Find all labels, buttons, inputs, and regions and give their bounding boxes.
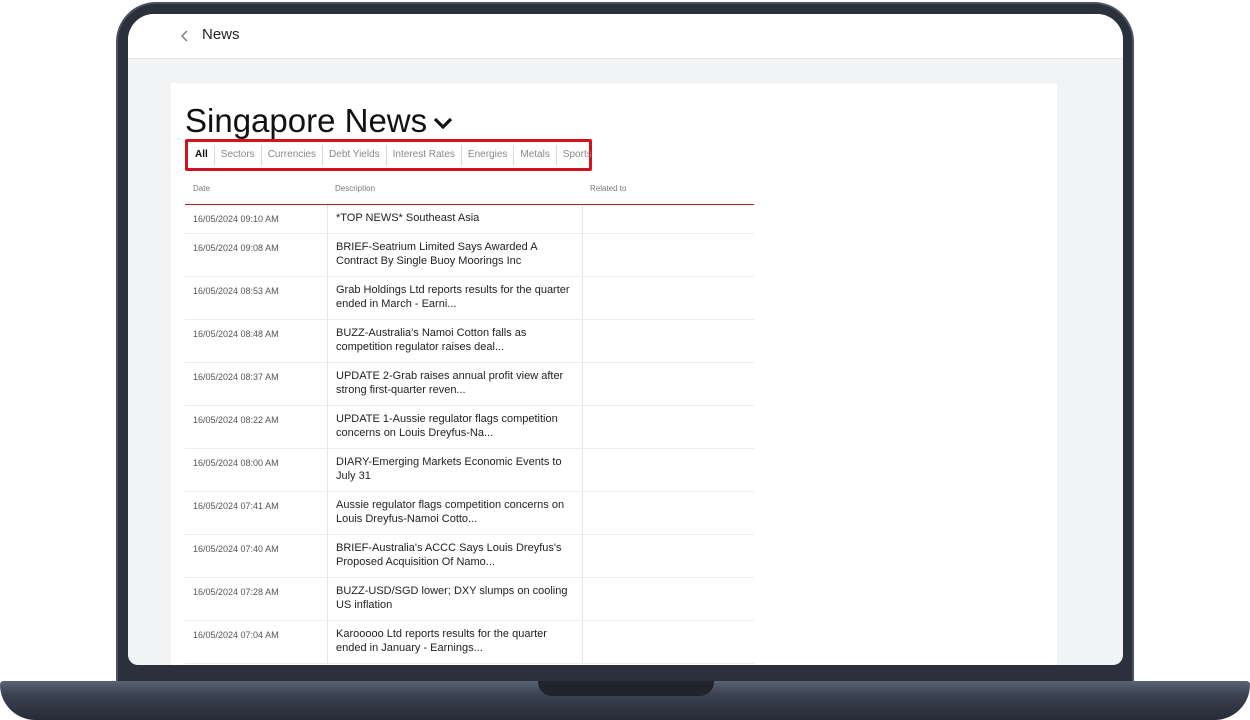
table-row[interactable]: 16/05/2024 07:40 AM BRIEF-Australia's AC… <box>185 535 754 578</box>
app-header: News <box>128 14 1123 59</box>
tab-interest-rates[interactable]: Interest Rates <box>385 145 461 165</box>
column-header-description: Description <box>335 184 376 193</box>
chevron-down-icon <box>433 116 453 135</box>
chevron-left-icon[interactable] <box>178 27 192 45</box>
row-description[interactable]: Grab Holdings Ltd reports results for th… <box>327 277 583 319</box>
tab-debt-yields[interactable]: Debt Yields <box>322 145 386 165</box>
row-date: 16/05/2024 08:00 AM <box>193 458 279 468</box>
tab-all[interactable]: All <box>192 145 214 170</box>
row-description[interactable]: UPDATE 2-Grab raises annual profit view … <box>327 363 583 405</box>
tab-sectors[interactable]: Sectors <box>213 145 261 165</box>
row-date: 16/05/2024 07:40 AM <box>193 544 279 554</box>
table-row[interactable]: 16/05/2024 08:48 AM BUZZ-Australia's Nam… <box>185 320 754 363</box>
table-row[interactable]: 16/05/2024 09:08 AM BRIEF-Seatrium Limit… <box>185 234 754 277</box>
tab-energies[interactable]: Energies <box>460 145 513 165</box>
page-title: Singapore News <box>185 102 428 139</box>
row-date: 16/05/2024 09:10 AM <box>193 214 279 224</box>
row-related <box>583 535 754 577</box>
table-row[interactable]: 16/05/2024 07:04 AM Karooooo Ltd reports… <box>185 621 754 664</box>
row-related <box>583 363 754 405</box>
page-title-dropdown[interactable]: Singapore News <box>185 101 453 141</box>
row-date: 16/05/2024 07:28 AM <box>193 587 279 597</box>
laptop-notch <box>538 681 714 696</box>
row-related <box>583 277 754 319</box>
tab-currencies[interactable]: Currencies <box>260 145 322 165</box>
row-description[interactable]: *TOP NEWS* Southeast Asia <box>327 205 583 233</box>
category-tabs: All Sectors Currencies Debt Yields Inter… <box>185 139 592 171</box>
table-row[interactable]: 16/05/2024 09:10 AM *TOP NEWS* Southeast… <box>185 205 754 234</box>
row-description[interactable]: BRIEF-Seatrium Limited Says Awarded A Co… <box>327 234 583 276</box>
row-description[interactable]: BUZZ-Australia's Namoi Cotton falls as c… <box>327 320 583 362</box>
row-date: 16/05/2024 08:22 AM <box>193 415 279 425</box>
row-related <box>583 320 754 362</box>
table-row[interactable]: 16/05/2024 07:28 AM BUZZ-USD/SGD lower; … <box>185 578 754 621</box>
table-header: Date Description Related to <box>185 178 754 205</box>
row-related <box>583 449 754 491</box>
screen: News Singapore News All Sectors Currenci… <box>128 14 1123 665</box>
row-related <box>583 234 754 276</box>
row-date: 16/05/2024 08:48 AM <box>193 329 279 339</box>
row-date: 16/05/2024 08:37 AM <box>193 372 279 382</box>
row-related <box>583 621 754 663</box>
header-title: News <box>202 26 240 43</box>
table-row[interactable]: 16/05/2024 08:53 AM Grab Holdings Ltd re… <box>185 277 754 320</box>
table-row[interactable]: 16/05/2024 08:00 AM DIARY-Emerging Marke… <box>185 449 754 492</box>
tab-sports[interactable]: Sports <box>555 145 598 165</box>
row-description[interactable]: Aussie regulator flags competition conce… <box>327 492 583 534</box>
row-description[interactable]: BUZZ-USD/SGD lower; DXY slumps on coolin… <box>327 578 583 620</box>
content-panel: Singapore News All Sectors Currencies De… <box>171 83 1057 665</box>
row-date: 16/05/2024 07:04 AM <box>193 630 279 640</box>
row-related <box>583 205 754 233</box>
column-header-related: Related to <box>590 184 627 193</box>
column-header-date: Date <box>193 184 210 193</box>
row-description[interactable]: DIARY-Emerging Markets Economic Events t… <box>327 449 583 491</box>
table-row[interactable]: 16/05/2024 08:37 AM UPDATE 2-Grab raises… <box>185 363 754 406</box>
row-description[interactable]: BRIEF-Australia's ACCC Says Louis Dreyfu… <box>327 535 583 577</box>
tab-metals[interactable]: Metals <box>513 145 555 165</box>
row-date: 16/05/2024 08:53 AM <box>193 286 279 296</box>
news-table: Date Description Related to 16/05/2024 0… <box>185 178 754 664</box>
row-date: 16/05/2024 07:41 AM <box>193 501 279 511</box>
row-related <box>583 406 754 448</box>
table-row[interactable]: 16/05/2024 07:41 AM Aussie regulator fla… <box>185 492 754 535</box>
table-row[interactable]: 16/05/2024 08:22 AM UPDATE 1-Aussie regu… <box>185 406 754 449</box>
row-date: 16/05/2024 09:08 AM <box>193 243 279 253</box>
row-description[interactable]: Karooooo Ltd reports results for the qua… <box>327 621 583 663</box>
row-related <box>583 492 754 534</box>
row-description[interactable]: UPDATE 1-Aussie regulator flags competit… <box>327 406 583 448</box>
row-related <box>583 578 754 620</box>
